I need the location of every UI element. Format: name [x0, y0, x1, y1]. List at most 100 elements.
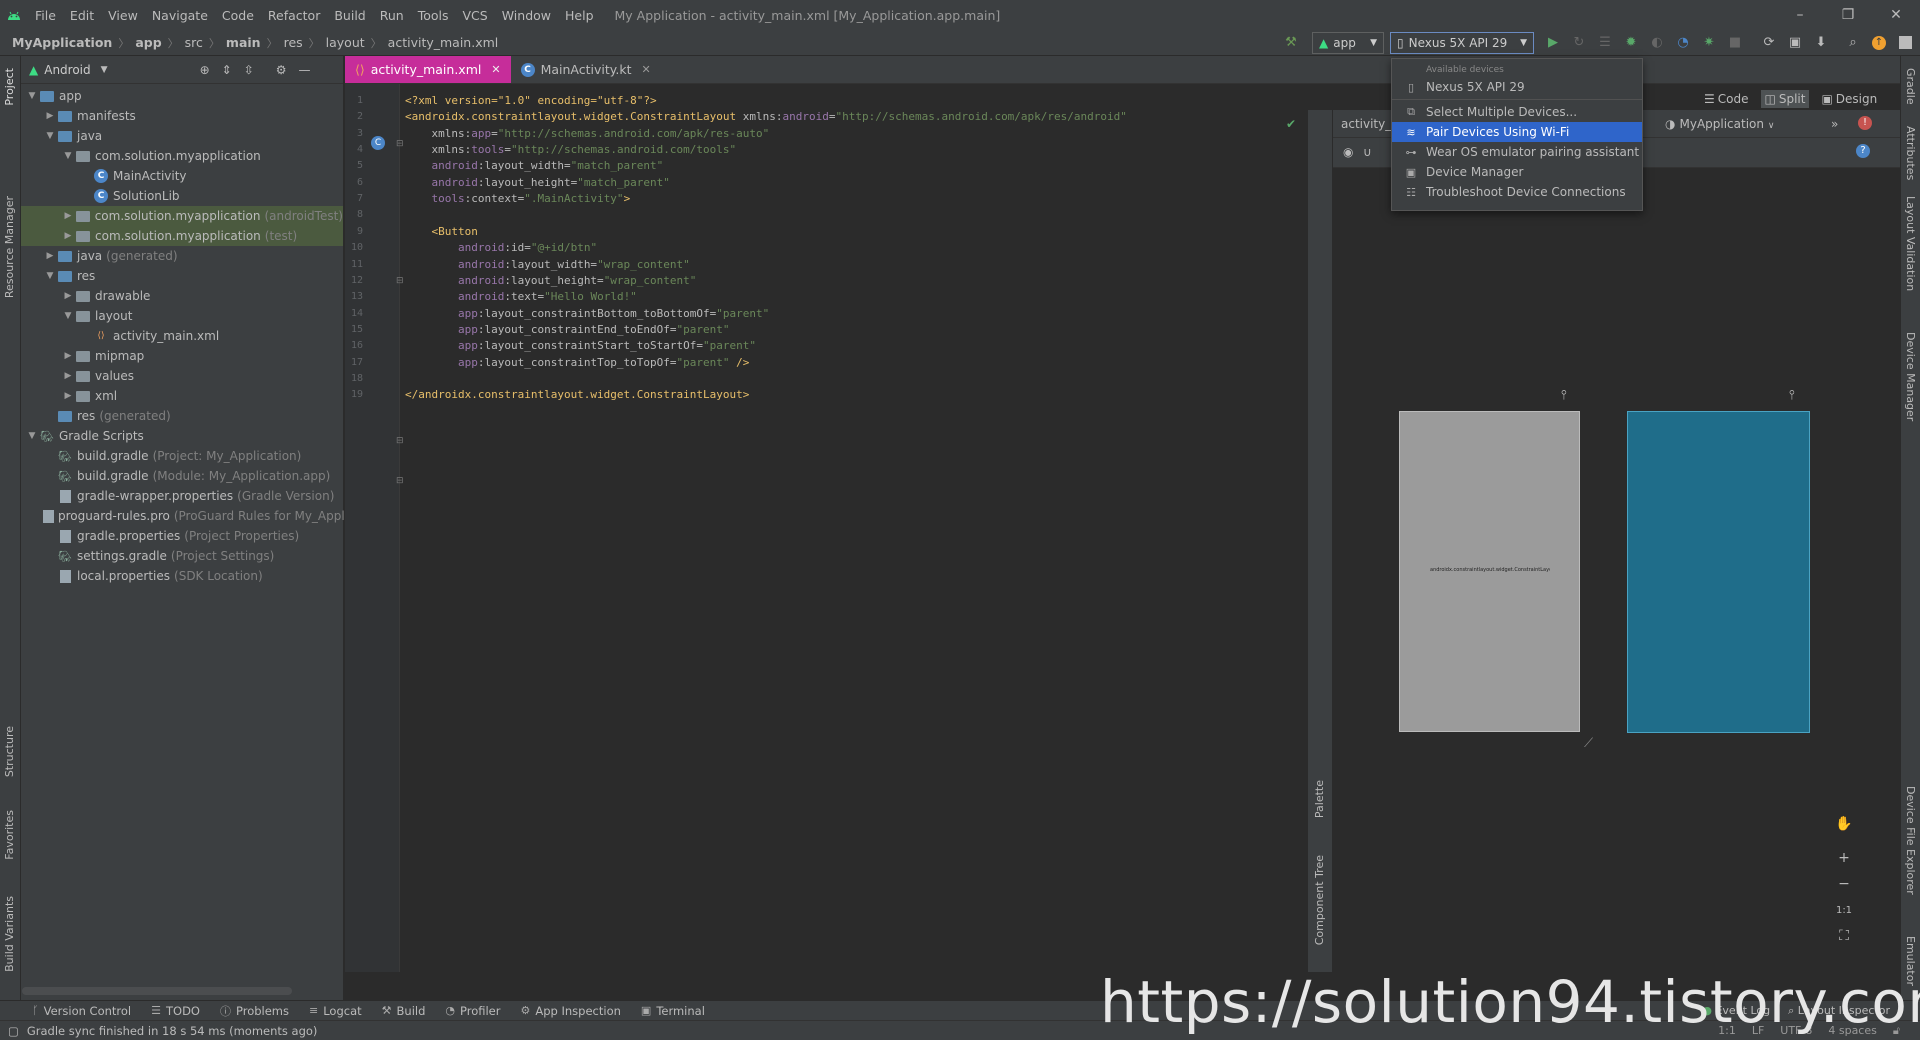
menu-run[interactable]: Run — [373, 8, 411, 23]
overflow-chevron-icon[interactable]: » — [1831, 117, 1838, 131]
tree-item[interactable]: ▶ com.solution.myapplication (test) — [21, 226, 343, 246]
close-tab-icon[interactable]: ✕ — [641, 63, 650, 76]
search-icon[interactable]: ⌕ — [1842, 32, 1864, 54]
chevron-right-icon[interactable]: ▶ — [61, 371, 75, 381]
code-line[interactable]: xmlns:app="http://schemas.android.com/ap… — [405, 127, 769, 140]
minimize-icon[interactable]: – — [1776, 7, 1824, 23]
chevron-right-icon[interactable]: ▶ — [61, 351, 75, 361]
expand-all-icon[interactable]: ⇕ — [222, 63, 232, 77]
tree-item[interactable]: proguard-rules.pro (ProGuard Rules for My… — [21, 506, 348, 526]
bottom-tool-build[interactable]: ⚒ Build — [382, 1003, 426, 1019]
breadcrumb-item[interactable]: activity_main.xml — [388, 35, 499, 51]
attach-debugger-icon[interactable]: ✷ — [1698, 32, 1720, 54]
fold-icon[interactable]: ⊟ — [396, 139, 404, 149]
no-problems-check-icon[interactable]: ✔ — [1286, 117, 1296, 131]
apply-code-changes-icon[interactable]: ☰ — [1594, 32, 1616, 54]
tree-item[interactable]: ▶ java (generated) — [21, 246, 343, 266]
device-menu-item[interactable]: ⊶ Wear OS emulator pairing assistant — [1392, 142, 1642, 162]
tree-item[interactable]: ▼ res — [21, 266, 343, 286]
design-preview[interactable]: androidx.constraintlayout.widget.Constra… — [1399, 411, 1580, 732]
chevron-down-icon[interactable]: ▼ — [25, 431, 39, 441]
breadcrumb-item[interactable]: src — [185, 35, 203, 51]
code-line[interactable]: <androidx.constraintlayout.widget.Constr… — [405, 110, 1127, 123]
tree-item[interactable]: ▶ xml — [21, 386, 343, 406]
menu-vcs[interactable]: VCS — [456, 8, 495, 23]
code-line[interactable]: android:layout_width="match_parent" — [405, 159, 663, 172]
bottom-tool-todo[interactable]: ☰ TODO — [151, 1003, 200, 1019]
project-tool-tab[interactable]: Project — [3, 68, 16, 106]
avd-manager-icon[interactable]: ▣ — [1784, 32, 1806, 54]
eye-icon[interactable]: ◉ — [1343, 145, 1353, 159]
breadcrumb-item[interactable]: MyApplication — [12, 35, 112, 51]
menu-refactor[interactable]: Refactor — [261, 8, 327, 23]
zoom-actual-icon[interactable]: 1:1 — [1832, 899, 1856, 921]
bottom-tool-version-control[interactable]: ᚴ Version Control — [32, 1003, 131, 1019]
tree-item[interactable]: 🐘︎ settings.gradle (Project Settings) — [21, 546, 343, 566]
chevron-down-icon[interactable]: ▼ — [43, 271, 57, 281]
help-icon[interactable]: ? — [1856, 144, 1870, 158]
code-line[interactable]: xmlns:tools="http://schemas.android.com/… — [405, 143, 736, 156]
code-line[interactable]: app:layout_constraintBottom_toBottomOf="… — [405, 307, 769, 320]
tree-item[interactable]: ▶ manifests — [21, 106, 343, 126]
pan-hand-icon[interactable]: ✋ — [1832, 813, 1856, 835]
bottom-tool-problems[interactable]: ⓘ Problems — [220, 1003, 289, 1019]
device-selector[interactable]: ▯ Nexus 5X API 29 ▼ — [1390, 31, 1534, 54]
chevron-right-icon[interactable]: ▶ — [61, 231, 75, 241]
tree-item[interactable]: ⟨⟩ activity_main.xml — [21, 326, 343, 346]
chevron-down-icon[interactable]: ▼ — [43, 131, 57, 141]
project-horizontal-scrollbar[interactable] — [22, 987, 292, 995]
device-manager-tool-tab[interactable]: Device Manager — [1904, 332, 1917, 421]
attributes-tool-tab[interactable]: Attributes — [1904, 126, 1917, 180]
device-menu-item[interactable]: ☷ Troubleshoot Device Connections — [1392, 182, 1642, 202]
code-line[interactable]: android:layout_width="wrap_content" — [405, 258, 690, 271]
code-line[interactable]: android:text="Hello World!" — [405, 290, 637, 303]
code-line[interactable]: app:layout_constraintEnd_toEndOf="parent… — [405, 323, 730, 336]
code-line[interactable]: app:layout_constraintStart_toStartOf="pa… — [405, 339, 756, 352]
fold-icon[interactable]: ⊟ — [396, 436, 404, 446]
tree-item[interactable]: ▼ com.solution.myapplication — [21, 146, 343, 166]
code-line[interactable]: android:id="@+id/btn" — [405, 241, 597, 254]
profile-icon[interactable]: ◔ — [1672, 32, 1694, 54]
tree-item[interactable]: ▼ 🐘︎ Gradle Scripts — [21, 426, 343, 446]
menu-navigate[interactable]: Navigate — [145, 8, 215, 23]
gear-icon[interactable]: ⚙ — [276, 63, 287, 77]
device-menu-item[interactable]: ⧉ Select Multiple Devices... — [1392, 102, 1642, 122]
fold-icon[interactable]: ⊟ — [396, 276, 404, 286]
menu-edit[interactable]: Edit — [63, 8, 101, 23]
close-tab-icon[interactable]: ✕ — [491, 63, 500, 76]
code-line[interactable]: app:layout_constraintTop_toTopOf="parent… — [405, 356, 749, 369]
resource-manager-tool-tab[interactable]: Resource Manager — [3, 196, 16, 298]
device-menu-item[interactable]: ▯ Nexus 5X API 29 — [1392, 77, 1642, 97]
code-editor[interactable] — [345, 84, 1307, 972]
bottom-tool-app-inspection[interactable]: ⚙ App Inspection — [521, 1003, 621, 1019]
tree-item[interactable]: ▶ values — [21, 366, 343, 386]
tree-item[interactable]: ▶ com.solution.myapplication (androidTest) — [21, 206, 343, 226]
sync-gradle-icon[interactable]: ⟳ — [1758, 32, 1780, 54]
stop-icon[interactable]: ■ — [1724, 32, 1746, 54]
collapse-all-icon[interactable]: ⇳ — [244, 63, 254, 77]
code-line[interactable]: <?xml version="1.0" encoding="utf-8"?> — [405, 94, 657, 107]
menu-file[interactable]: File — [28, 8, 63, 23]
tree-item[interactable]: ▼ java — [21, 126, 343, 146]
breadcrumb-item[interactable]: main — [226, 35, 261, 51]
preview-widget-label[interactable]: androidx.constraintlayout.widget.Constra… — [1430, 567, 1550, 575]
menu-tools[interactable]: Tools — [411, 8, 456, 23]
blueprint-preview[interactable] — [1627, 411, 1810, 733]
chevron-down-icon[interactable]: ▼ — [101, 65, 108, 75]
chevron-right-icon[interactable]: ▶ — [61, 391, 75, 401]
tree-item[interactable]: res (generated) — [21, 406, 343, 426]
breadcrumb-item[interactable]: app — [135, 35, 161, 51]
locate-file-icon[interactable]: ⊕ — [200, 63, 210, 77]
tree-item[interactable]: local.properties (SDK Location) — [21, 566, 343, 586]
code-line[interactable]: </androidx.constraintlayout.widget.Const… — [405, 388, 749, 401]
tree-item[interactable]: gradle.properties (Project Properties) — [21, 526, 343, 546]
bottom-tool-logcat[interactable]: ≡ Logcat — [309, 1003, 362, 1019]
resize-handle-icon[interactable]: ⟋ — [1584, 736, 1593, 751]
menu-window[interactable]: Window — [495, 8, 558, 23]
bottom-tool-profiler[interactable]: ◔ Profiler — [445, 1003, 500, 1019]
layout-validation-tool-tab[interactable]: Layout Validation — [1904, 196, 1917, 291]
chevron-right-icon[interactable]: ▶ — [43, 251, 57, 261]
code-mode-button[interactable]: ☰ Code — [1700, 90, 1753, 108]
run-icon[interactable]: ▶ — [1542, 32, 1564, 54]
gradle-tool-tab[interactable]: Gradle — [1904, 68, 1917, 105]
